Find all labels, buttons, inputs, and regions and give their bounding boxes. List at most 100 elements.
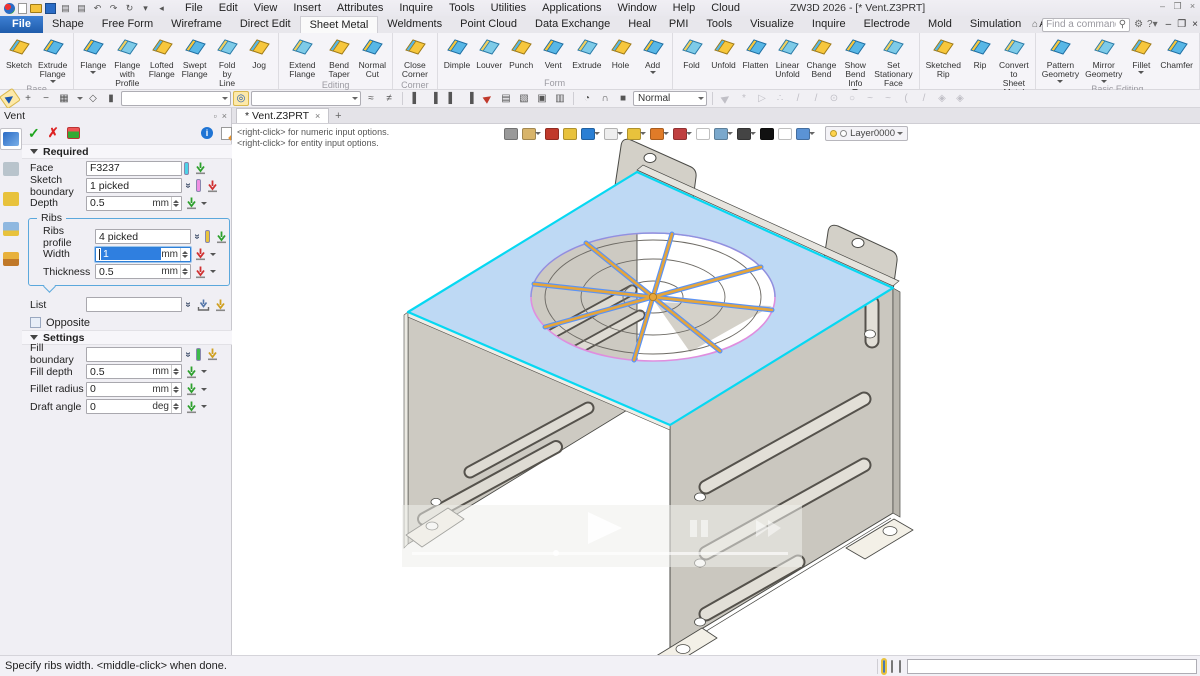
green-pick-icon[interactable] <box>184 400 199 414</box>
yellow-pick-icon[interactable] <box>213 298 228 312</box>
notebook-icon[interactable] <box>522 128 536 140</box>
tab-wireframe[interactable]: Wireframe <box>162 16 231 33</box>
ok-button[interactable]: ✓ <box>28 125 40 142</box>
menu-applications[interactable]: Applications <box>535 0 608 16</box>
dropdown-caret-icon[interactable] <box>686 132 692 135</box>
ribbon-button-sketch[interactable]: Sketch <box>3 34 35 70</box>
list-field[interactable] <box>86 297 182 312</box>
remove-filter-icon[interactable]: − <box>38 91 54 106</box>
image-tab-icon[interactable] <box>0 218 22 240</box>
snap-quad-icon[interactable]: ▐ <box>462 91 478 106</box>
dropdown-caret-icon[interactable] <box>663 132 669 135</box>
ribbon-button-vent[interactable]: Vent <box>537 34 569 70</box>
polygon-pick-icon[interactable]: ◇ <box>85 91 101 106</box>
dropdown-caret-icon[interactable] <box>727 132 733 135</box>
preview-window-icon[interactable] <box>696 128 710 140</box>
ribbon-button-fillet[interactable]: Fillet <box>1125 34 1157 74</box>
open-file[interactable] <box>30 4 42 13</box>
ribbon-button-close-corner[interactable]: Close Corner <box>396 34 434 79</box>
section-header-required[interactable]: Required <box>22 144 236 159</box>
sketch-boundary-field[interactable]: 1 picked <box>86 178 182 193</box>
clock-icon[interactable]: ◔ <box>579 91 595 106</box>
calculator-icon[interactable] <box>899 660 901 673</box>
cube-icon[interactable]: ▣ <box>534 91 550 106</box>
import-icon[interactable] <box>196 298 211 312</box>
info-button[interactable]: i <box>201 127 213 139</box>
menu-utilities[interactable]: Utilities <box>484 0 533 16</box>
document-tab[interactable]: * Vent.Z3PRT × <box>236 108 329 123</box>
tab-point-cloud[interactable]: Point Cloud <box>451 16 526 33</box>
pick-image-icon[interactable]: ▦ <box>56 91 72 106</box>
ribbon-button-change-bend[interactable]: Change Bend <box>804 34 840 79</box>
tab-sheet-metal[interactable]: Sheet Metal <box>300 16 379 33</box>
save-file[interactable] <box>45 3 56 14</box>
ribbon-button-mirror-geometry[interactable]: Mirror Geometry <box>1082 34 1125 83</box>
green-pick-icon[interactable] <box>184 365 199 379</box>
select-cursor-icon[interactable]: ▶ <box>0 88 21 109</box>
print-setup[interactable]: ▤ <box>75 2 88 14</box>
ribbon-button-swept-flange[interactable]: Swept Flange <box>178 34 211 79</box>
ribbon-button-convert-to-sheet-metal[interactable]: Convert to Sheet Metal <box>996 34 1032 97</box>
tab-visualize[interactable]: Visualize <box>741 16 803 33</box>
green-pick-icon[interactable] <box>193 161 208 175</box>
snap-center-icon[interactable]: ▌ <box>444 91 460 106</box>
manager-tab-icon[interactable] <box>0 128 22 150</box>
ribbon-button-flange-with-profile[interactable]: Flange with Profile <box>109 34 145 88</box>
ribbon-button-extend-flange[interactable]: Extend Flange <box>282 34 322 79</box>
dropdown-caret-icon[interactable] <box>201 202 207 205</box>
layer-visibility-icon[interactable] <box>830 130 837 137</box>
menu-inquire[interactable]: Inquire <box>392 0 440 16</box>
dropdown-caret-icon[interactable] <box>210 270 216 273</box>
ribbon-button-fold[interactable]: Fold <box>676 34 708 70</box>
dropdown-caret-icon[interactable] <box>650 71 656 74</box>
cancel-button[interactable]: ✗ <box>48 125 59 141</box>
ribbon-button-linear-unfold[interactable]: Linear Unfold <box>772 34 804 79</box>
app-logo[interactable] <box>4 3 15 14</box>
ribbon-button-unfold[interactable]: Unfold <box>708 34 740 70</box>
section-icon[interactable] <box>714 128 728 140</box>
snap-mid-icon[interactable]: ▐ <box>426 91 442 106</box>
thickness-field[interactable]: 0.5mm <box>95 264 191 279</box>
dropdown-caret-icon[interactable] <box>201 388 207 391</box>
spinner-control[interactable] <box>171 400 180 413</box>
pillar-icon[interactable]: ▮ <box>103 91 119 106</box>
ribbon-button-louver[interactable]: Louver <box>473 34 505 70</box>
close-icon[interactable]: × <box>1192 19 1198 30</box>
view-cube-icon[interactable] <box>581 128 595 140</box>
add-filter-icon[interactable]: + <box>20 91 36 106</box>
dropdown-caret-icon[interactable] <box>201 405 207 408</box>
face-field[interactable]: F3237 <box>86 161 182 176</box>
visual-tab-icon[interactable] <box>0 188 22 210</box>
new-tab-button[interactable]: + <box>329 108 347 123</box>
menu-view[interactable]: View <box>247 0 285 16</box>
ribbon-button-normal-cut[interactable]: Normal Cut <box>356 34 389 79</box>
dropdown-caret-icon[interactable] <box>640 132 646 135</box>
spinner-control[interactable] <box>171 383 180 396</box>
tab-tools[interactable]: Tools <box>697 16 741 33</box>
panel-pin-icon[interactable]: ▫ <box>214 111 217 121</box>
minimize-icon[interactable]: – <box>1157 1 1168 12</box>
redo[interactable]: ↷ <box>107 2 120 14</box>
regen[interactable]: ↻ <box>123 2 136 14</box>
tab-simulation[interactable]: Simulation <box>961 16 1030 33</box>
ribbon-button-fold-by-line[interactable]: Fold by Line <box>211 34 243 88</box>
tab-file[interactable]: File <box>0 16 43 33</box>
user-tab-icon[interactable] <box>0 248 22 270</box>
left-wall-hole[interactable] <box>431 498 441 505</box>
dropdown-caret-icon[interactable] <box>617 132 623 135</box>
ribbon-button-hole[interactable]: Hole <box>605 34 637 70</box>
find-command-box[interactable]: Find a command ⚲ <box>1042 18 1130 32</box>
restore-icon[interactable]: ❐ <box>1172 1 1183 12</box>
new-file[interactable] <box>18 3 27 14</box>
quick-access-dropdown[interactable]: ▾ <box>139 2 152 14</box>
red-pick-icon[interactable] <box>193 247 208 261</box>
ribbon-button-punch[interactable]: Punch <box>505 34 537 70</box>
wireframe-icon[interactable] <box>604 128 618 140</box>
style-combo[interactable]: Normal <box>633 91 707 106</box>
book-icon[interactable]: ▥ <box>552 91 568 106</box>
ribbon-button-rip[interactable]: Rip <box>964 34 996 70</box>
menu-window[interactable]: Window <box>610 0 663 16</box>
origin-icon[interactable] <box>673 128 687 140</box>
opposite-checkbox[interactable] <box>30 317 41 328</box>
ui-mode-icon[interactable] <box>883 660 885 673</box>
